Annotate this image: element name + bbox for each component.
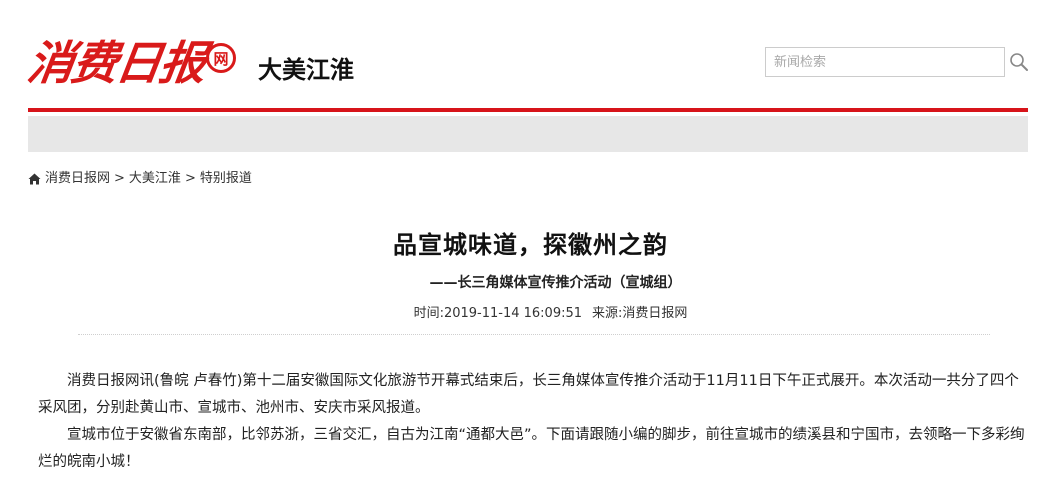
- header-divider: [28, 108, 1028, 112]
- page: 消费日报 网 大美江淮 消费日报网 > 大美江淮 > 特别报道 品宣城味道，探徽…: [0, 0, 1061, 493]
- breadcrumb-separator: >: [184, 171, 196, 186]
- breadcrumb: 消费日报网 > 大美江淮 > 特别报道: [28, 170, 252, 188]
- breadcrumb-item-section[interactable]: 大美江淮: [129, 170, 181, 188]
- site-header: 消费日报 网 大美江淮: [24, 30, 1030, 108]
- meta-divider: [78, 334, 990, 335]
- logo-badge: 网: [206, 43, 236, 73]
- article-paragraph: 消费日报网讯(鲁皖 卢春竹)第十二届安徽国际文化旅游节开幕式结束后，长三角媒体宣…: [38, 373, 1019, 416]
- article-title: 品宣城味道，探徽州之韵: [393, 231, 668, 259]
- article-subtitle: ——长三角媒体宣传推介活动（宣城组）: [429, 275, 682, 291]
- breadcrumb-separator: >: [114, 171, 125, 186]
- article-time: 时间:2019-11-14 16:09:51: [413, 306, 583, 321]
- site-logo[interactable]: 消费日报 网: [24, 34, 236, 92]
- article-meta: 时间:2019-11-14 16:09:51 来源:消费日报网: [0, 304, 1061, 324]
- breadcrumb-item-category[interactable]: 特别报道: [200, 170, 252, 188]
- nav-band: [28, 116, 1028, 152]
- article-source: 来源:消费日报网: [592, 306, 688, 321]
- breadcrumb-item-home[interactable]: 消费日报网: [45, 170, 110, 188]
- article-body: 消费日报网讯(鲁皖 卢春竹)第十二届安徽国际文化旅游节开幕式结束后，长三角媒体宣…: [38, 368, 1028, 476]
- section-name[interactable]: 大美江淮: [258, 58, 354, 82]
- logo-text: 消费日报: [24, 36, 208, 90]
- search-icon[interactable]: [1008, 51, 1030, 73]
- search-input[interactable]: [765, 47, 1005, 77]
- home-icon: [28, 173, 41, 185]
- article-paragraph: 宣城市位于安徽省东南部，比邻苏浙，三省交汇，自古为江南“通都大邑”。下面请跟随小…: [38, 427, 1025, 470]
